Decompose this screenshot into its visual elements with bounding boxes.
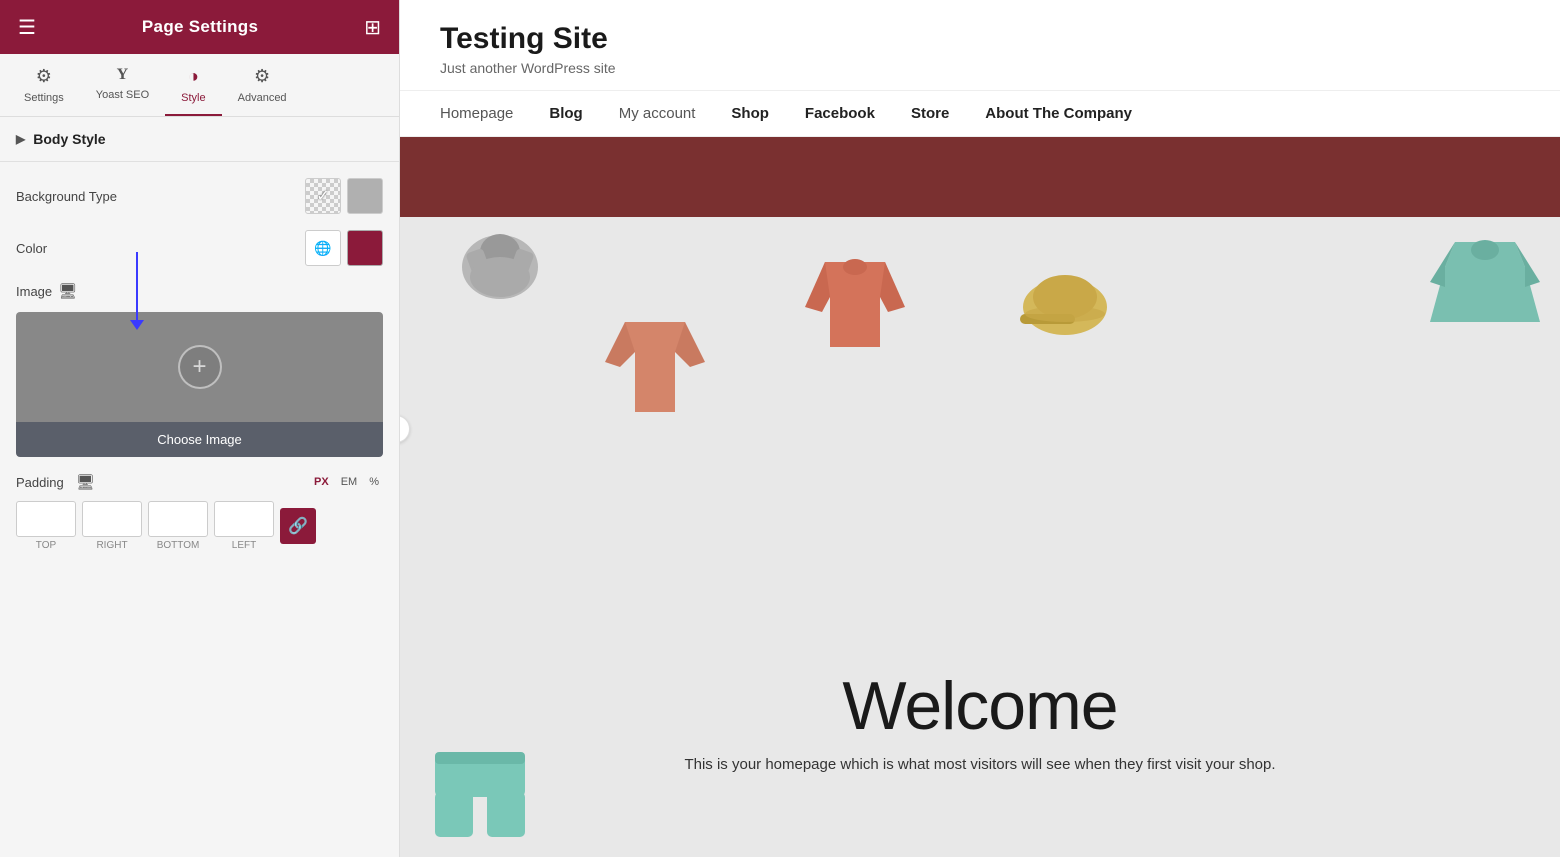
nav-shop[interactable]: Shop	[731, 105, 769, 122]
background-type-image-btn[interactable]	[347, 178, 383, 214]
padding-monitor-icon: 🖥	[76, 473, 95, 491]
unit-buttons: PX EM %	[310, 474, 383, 490]
padding-bottom-label: BOTTOM	[157, 540, 200, 551]
grid-icon[interactable]: ⊞	[364, 15, 381, 40]
welcome-heading: Welcome	[680, 667, 1280, 745]
right-content: ‹ Testing Site Just another WordPress si…	[400, 0, 1560, 857]
teal-shorts-svg	[425, 747, 535, 847]
tab-advanced[interactable]: ⚙ Advanced	[222, 54, 303, 116]
background-type-color-btn[interactable]	[305, 178, 341, 214]
color-controls: 🌐	[305, 230, 383, 266]
unit-px-btn[interactable]: PX	[310, 474, 333, 490]
padding-right-input[interactable]	[82, 501, 142, 537]
red-tshirt-svg	[800, 252, 910, 352]
clothing-area: Welcome This is your homepage which is w…	[400, 217, 1560, 857]
padding-right-wrap: RIGHT	[82, 501, 142, 551]
nav-store[interactable]: Store	[911, 105, 949, 122]
welcome-subtext: This is your homepage which is what most…	[680, 753, 1280, 777]
nav-homepage[interactable]: Homepage	[440, 105, 513, 122]
blue-arrow-icon	[136, 252, 138, 322]
main-content: Welcome This is your homepage which is w…	[400, 217, 1560, 857]
site-header: Testing Site Just another WordPress site	[400, 0, 1560, 91]
arrow-annotation: + Choose Image	[16, 312, 383, 457]
collapse-arrow-icon: ▶	[16, 132, 25, 146]
style-icon: ◑	[188, 66, 199, 87]
tab-style[interactable]: ◑ Style	[165, 54, 221, 116]
hero-section	[400, 137, 1560, 217]
image-row: Image 🖥	[16, 282, 383, 300]
padding-header: Padding 🖥 PX EM %	[16, 473, 383, 491]
panel-title: Page Settings	[142, 17, 258, 37]
tab-yoast-label: Yoast SEO	[96, 89, 149, 101]
add-image-icon: +	[178, 345, 222, 389]
tab-advanced-label: Advanced	[238, 92, 287, 104]
tab-yoast[interactable]: Y Yoast SEO	[80, 54, 165, 116]
color-swatch-btn[interactable]	[347, 230, 383, 266]
pink-shirt-svg	[595, 302, 715, 422]
color-global-btn[interactable]: 🌐	[305, 230, 341, 266]
site-title: Testing Site	[440, 22, 1520, 56]
choose-image-button[interactable]: Choose Image	[16, 422, 383, 457]
padding-section: Padding 🖥 PX EM % TOP	[16, 473, 383, 551]
color-row: Color 🌐	[16, 230, 383, 266]
padding-top-wrap: TOP	[16, 501, 76, 551]
background-type-controls	[305, 178, 383, 214]
welcome-text-block: Welcome This is your homepage which is w…	[680, 667, 1280, 777]
padding-label: Padding	[16, 475, 64, 490]
grey-shirt-svg	[450, 222, 550, 312]
image-label: Image	[16, 284, 52, 299]
image-upload-area[interactable]: +	[16, 312, 383, 422]
tab-style-label: Style	[181, 92, 205, 104]
image-upload-section: + Choose Image	[16, 312, 383, 457]
cap-svg	[1010, 262, 1120, 347]
nav-blog[interactable]: Blog	[549, 105, 582, 122]
settings-icon: ⚙	[36, 66, 52, 87]
site-nav: Homepage Blog My account Shop Facebook S…	[400, 91, 1560, 137]
color-label: Color	[16, 241, 47, 256]
tab-settings[interactable]: ⚙ Settings	[8, 54, 80, 116]
nav-facebook[interactable]: Facebook	[805, 105, 875, 122]
link-padding-button[interactable]: 🔗	[280, 508, 316, 544]
padding-top-label: TOP	[36, 540, 56, 551]
padding-bottom-wrap: BOTTOM	[148, 501, 208, 551]
padding-top-input[interactable]	[16, 501, 76, 537]
advanced-icon: ⚙	[254, 66, 270, 87]
padding-label-group: Padding 🖥	[16, 473, 95, 491]
left-panel: ☰ Page Settings ⊞ ⚙ Settings Y Yoast SEO…	[0, 0, 400, 857]
padding-left-input[interactable]	[214, 501, 274, 537]
padding-bottom-input[interactable]	[148, 501, 208, 537]
body-style-section-header[interactable]: ▶ Body Style	[0, 117, 399, 162]
body-style-label: Body Style	[33, 131, 105, 147]
site-subtitle: Just another WordPress site	[440, 60, 1520, 76]
panel-body: ▶ Body Style Background Type Color 🌐	[0, 117, 399, 857]
yoast-icon: Y	[117, 66, 129, 84]
nav-myaccount[interactable]: My account	[619, 105, 696, 122]
padding-left-label: LEFT	[232, 540, 256, 551]
unit-percent-btn[interactable]: %	[365, 474, 383, 490]
padding-right-label: RIGHT	[96, 540, 127, 551]
padding-inputs: TOP RIGHT BOTTOM LEFT 🔗	[16, 501, 383, 551]
hamburger-icon[interactable]: ☰	[18, 15, 36, 40]
unit-em-btn[interactable]: EM	[337, 474, 362, 490]
nav-about[interactable]: About The Company	[985, 105, 1132, 122]
monitor-icon: 🖥	[58, 282, 77, 300]
background-type-label: Background Type	[16, 189, 117, 204]
tab-settings-label: Settings	[24, 92, 64, 104]
teal-longshirt-svg	[1425, 232, 1545, 332]
padding-left-wrap: LEFT	[214, 501, 274, 551]
panel-tabs: ⚙ Settings Y Yoast SEO ◑ Style ⚙ Advance…	[0, 54, 399, 117]
background-type-row: Background Type	[16, 178, 383, 214]
section-content: Background Type Color 🌐 Image 🖥	[0, 162, 399, 567]
panel-header: ☰ Page Settings ⊞	[0, 0, 399, 54]
